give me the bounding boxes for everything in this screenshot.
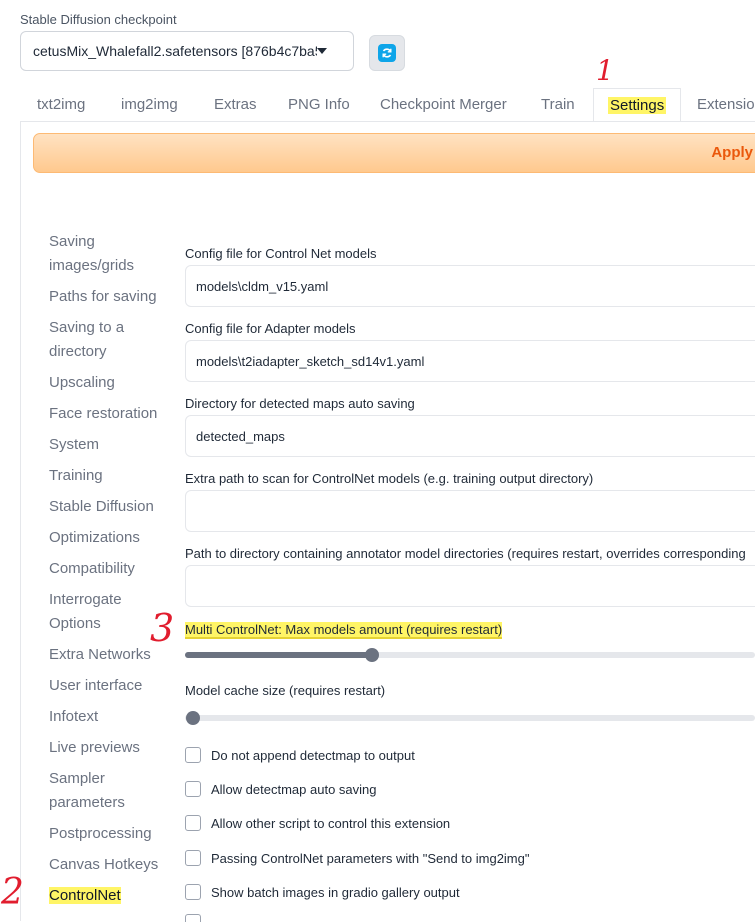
checkbox-row[interactable]: Passing ControlNet parameters with "Send… xyxy=(185,850,529,866)
sidebar-item-compatibility[interactable]: Compatibility xyxy=(49,557,169,581)
sidebar-item-controlnet[interactable]: ControlNet xyxy=(49,884,169,908)
annotator-path-input[interactable] xyxy=(185,565,755,607)
refresh-icon xyxy=(378,44,396,62)
checkbox-label: Allow other script to control this exten… xyxy=(211,815,451,831)
detected-maps-input[interactable]: detected_maps xyxy=(185,415,755,457)
sidebar-item-optimizations[interactable]: Optimizations xyxy=(49,526,169,550)
checkbox-row[interactable]: Show batch images in gradio gallery outp… xyxy=(185,884,460,900)
sidebar-item-canvas-hotkeys[interactable]: Canvas Hotkeys xyxy=(49,853,169,877)
sidebar-item-upscaling[interactable]: Upscaling xyxy=(49,371,169,395)
panel-border xyxy=(20,121,21,921)
tab-img2img[interactable]: img2img xyxy=(121,88,178,121)
annotation-3: 3 xyxy=(150,606,175,650)
checkbox-label: Passing ControlNet parameters with "Send… xyxy=(211,850,530,866)
checkbox[interactable] xyxy=(185,850,201,866)
refresh-button[interactable] xyxy=(369,35,405,71)
sidebar-item-stable-diffusion[interactable]: Stable Diffusion xyxy=(49,495,169,519)
chevron-down-icon xyxy=(317,48,327,54)
config-adapter-label: Config file for Adapter models xyxy=(185,321,356,336)
model-cache-label: Model cache size (requires restart) xyxy=(185,683,386,698)
tab-bar: txt2img img2img Extras PNG Info Checkpoi… xyxy=(20,88,755,122)
checkpoint-dropdown[interactable]: cetusMix_Whalefall2.safetensors [876b4c7… xyxy=(20,31,354,71)
apply-settings-button[interactable]: Apply xyxy=(33,133,755,173)
checkbox[interactable] xyxy=(185,781,201,797)
checkbox-row[interactable]: Do not append detectmap to output xyxy=(185,747,415,763)
multi-controlnet-label-text: Multi ControlNet: Max models amount (req… xyxy=(185,622,503,639)
sidebar-item-training[interactable]: Training xyxy=(49,464,169,488)
model-cache-slider-thumb[interactable] xyxy=(186,711,200,725)
config-controlnet-input[interactable]: models\cldm_v15.yaml xyxy=(185,265,755,307)
tab-checkpoint-merger[interactable]: Checkpoint Merger xyxy=(380,88,507,121)
tab-png-info[interactable]: PNG Info xyxy=(288,88,350,121)
apply-label: Apply xyxy=(711,144,753,161)
sidebar-item-paths-for-saving[interactable]: Paths for saving xyxy=(49,285,169,309)
tab-extras[interactable]: Extras xyxy=(214,88,257,121)
annotation-1: 1 xyxy=(596,54,614,87)
multi-controlnet-slider-thumb[interactable] xyxy=(365,648,379,662)
checkpoint-value: cetusMix_Whalefall2.safetensors [876b4c7… xyxy=(33,43,317,59)
detected-maps-label: Directory for detected maps auto saving xyxy=(185,396,415,411)
extra-path-label: Extra path to scan for ControlNet models… xyxy=(185,471,594,486)
tab-txt2img[interactable]: txt2img xyxy=(37,88,85,121)
sidebar-item-saving-images[interactable]: Saving images/grids xyxy=(49,230,169,278)
sidebar-item-infotext[interactable]: Infotext xyxy=(49,705,169,729)
multi-controlnet-slider-fill xyxy=(185,652,373,658)
sidebar-item-face-restoration[interactable]: Face restoration xyxy=(49,402,169,426)
multi-controlnet-label: Multi ControlNet: Max models amount (req… xyxy=(185,622,503,639)
sidebar-item-live-previews[interactable]: Live previews xyxy=(49,736,169,760)
checkbox-label: Allow detectmap auto saving xyxy=(211,781,377,797)
checkbox-row[interactable]: Allow detectmap auto saving xyxy=(185,781,376,797)
sidebar-item-controlnet-label: ControlNet xyxy=(49,887,121,904)
checkbox-label: Do not append detectmap to output xyxy=(211,747,415,763)
model-cache-slider[interactable] xyxy=(185,715,755,721)
tab-settings-label: Settings xyxy=(608,97,667,114)
sidebar-item-saving-to-directory[interactable]: Saving to a directory xyxy=(49,316,169,364)
checkbox[interactable] xyxy=(185,747,201,763)
extra-path-input[interactable] xyxy=(185,490,755,532)
sidebar-item-sampler-parameters[interactable]: Sampler parameters xyxy=(49,767,169,815)
tab-divider xyxy=(20,121,755,122)
tab-settings[interactable]: Settings xyxy=(593,88,682,122)
tab-train[interactable]: Train xyxy=(541,88,575,121)
checkbox-label: Show batch images in gradio gallery outp… xyxy=(211,884,460,900)
annotator-path-label: Path to directory containing annotator m… xyxy=(185,546,746,561)
config-controlnet-label: Config file for Control Net models xyxy=(185,246,377,261)
annotation-2: 2 xyxy=(1,872,24,913)
config-adapter-input[interactable]: models\t2iadapter_sketch_sd14v1.yaml xyxy=(185,340,755,382)
checkbox-row[interactable]: Allow other script to control this exten… xyxy=(185,815,450,831)
checkbox[interactable] xyxy=(185,815,201,831)
sidebar-item-user-interface[interactable]: User interface xyxy=(49,674,169,698)
sidebar-item-system[interactable]: System xyxy=(49,433,169,457)
sidebar-item-postprocessing[interactable]: Postprocessing xyxy=(49,822,169,846)
checkbox[interactable] xyxy=(185,884,201,900)
checkpoint-label: Stable Diffusion checkpoint xyxy=(20,12,177,27)
tab-extensions[interactable]: Extension xyxy=(697,88,755,121)
